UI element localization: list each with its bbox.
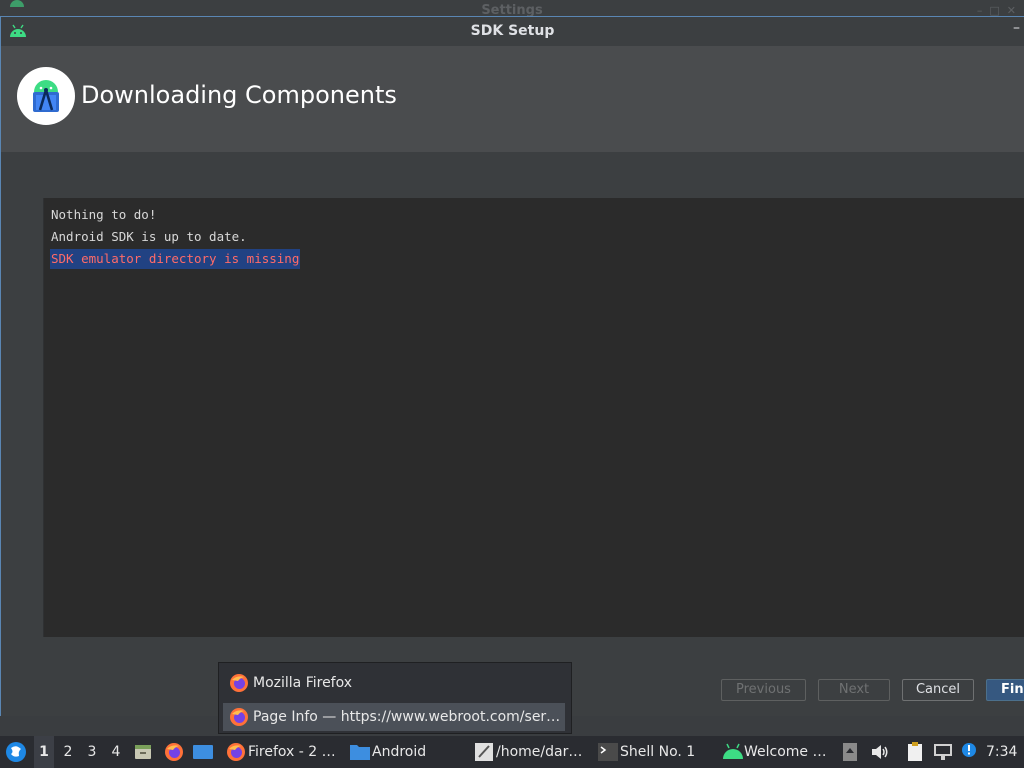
task-label: /home/dar…	[496, 744, 583, 760]
show-desktop-launcher[interactable]	[193, 736, 215, 768]
tray-clipboard[interactable]	[907, 736, 927, 768]
network-icon	[934, 744, 952, 760]
terminal-icon	[598, 743, 618, 761]
background-window-title: Settings	[481, 3, 543, 16]
firefox-icon	[230, 674, 248, 692]
firefox-icon	[230, 708, 248, 726]
popup-item-label: Page Info — https://www.webroot.com/ser…	[253, 709, 561, 725]
popup-item-label: Mozilla Firefox	[253, 675, 353, 691]
firefox-icon	[165, 743, 183, 761]
android-studio-logo	[17, 67, 75, 125]
file-manager-launcher[interactable]	[134, 736, 154, 768]
android-studio-icon	[33, 80, 59, 112]
task-shell[interactable]: Shell No. 1	[598, 736, 708, 768]
volume-icon	[872, 745, 888, 759]
workspace-3[interactable]: 3	[82, 736, 102, 768]
background-window-controls: – □ ✕	[976, 4, 1016, 16]
console-error-line: SDK emulator directory is missing	[50, 249, 301, 269]
sdk-setup-dialog: SDK Setup – Downloading Components Nothi…	[0, 16, 1024, 716]
task-label: Welcome …	[744, 744, 827, 760]
cancel-button[interactable]: Cancel	[902, 679, 974, 701]
update-notification-icon	[962, 743, 976, 757]
tray-volume[interactable]	[871, 736, 891, 768]
page-heading: Downloading Components	[81, 81, 397, 109]
desktop-icon	[193, 745, 213, 759]
popup-item-mozilla-firefox[interactable]: Mozilla Firefox	[223, 669, 565, 697]
start-menu-icon	[6, 742, 26, 762]
popup-item-page-info[interactable]: Page Info — https://www.webroot.com/ser…	[223, 703, 565, 731]
dialog-header: Downloading Components	[1, 46, 1024, 152]
workspace-4[interactable]: 4	[106, 736, 126, 768]
dialog-titlebar[interactable]: SDK Setup –	[1, 17, 1024, 46]
task-label: Firefox - 2 …	[248, 744, 336, 760]
clipboard-icon	[908, 742, 922, 761]
console-line: Nothing to do!	[51, 207, 157, 222]
workspace-1[interactable]: 1	[34, 736, 54, 768]
finish-button[interactable]: Fini	[986, 679, 1024, 701]
android-icon	[723, 743, 743, 759]
workspace-2[interactable]: 2	[58, 736, 78, 768]
task-firefox[interactable]: Firefox - 2 …	[226, 736, 336, 768]
start-menu-button[interactable]	[4, 736, 28, 768]
minimize-button[interactable]: –	[1013, 20, 1020, 36]
dialog-content: Nothing to do! Android SDK is up to date…	[1, 152, 1024, 716]
previous-button[interactable]: Previous	[721, 679, 806, 701]
task-text-editor[interactable]: /home/dar…	[474, 736, 584, 768]
tray-network[interactable]	[933, 736, 955, 768]
firefox-icon	[227, 743, 245, 761]
task-label: Android	[372, 744, 427, 760]
task-label: Shell No. 1	[620, 744, 696, 760]
taskbar: 1 2 3 4 Firefox - 2 … Android /home/dar……	[0, 736, 1024, 768]
console-line: Android SDK is up to date.	[51, 229, 247, 244]
window-list-popup: Mozilla Firefox Page Info — https://www.…	[218, 662, 572, 734]
console-output[interactable]: Nothing to do! Android SDK is up to date…	[43, 198, 1024, 637]
firefox-launcher[interactable]	[164, 736, 184, 768]
task-android-studio[interactable]: Welcome …	[722, 736, 832, 768]
tray-updates[interactable]	[961, 736, 979, 768]
clock[interactable]: 7:34	[986, 736, 1022, 768]
file-cabinet-icon	[135, 745, 151, 759]
task-android-folder[interactable]: Android	[350, 736, 460, 768]
next-button[interactable]: Next	[818, 679, 890, 701]
folder-icon	[350, 745, 370, 760]
dialog-title: SDK Setup	[470, 23, 555, 39]
tray-upload[interactable]	[843, 736, 861, 768]
text-editor-icon	[475, 743, 493, 761]
upload-icon	[843, 743, 857, 761]
background-settings-window: Settings – □ ✕	[0, 0, 1024, 16]
